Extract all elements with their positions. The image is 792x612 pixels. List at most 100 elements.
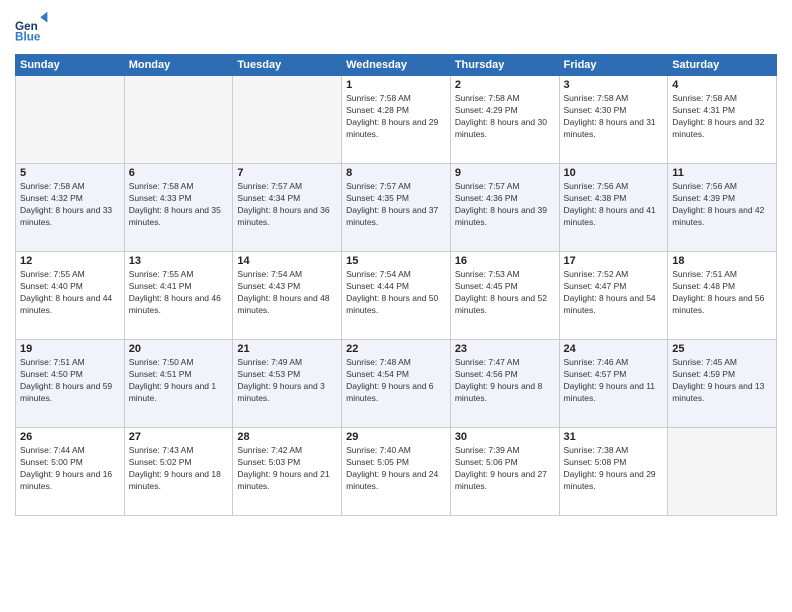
sunrise-text: Sunrise: 7:58 AM: [346, 93, 446, 105]
day-info: Sunrise: 7:57 AMSunset: 4:34 PMDaylight:…: [237, 181, 337, 229]
sunrise-text: Sunrise: 7:58 AM: [20, 181, 120, 193]
day-number: 13: [129, 255, 229, 267]
day-info: Sunrise: 7:55 AMSunset: 4:40 PMDaylight:…: [20, 269, 120, 317]
table-row: 17Sunrise: 7:52 AMSunset: 4:47 PMDayligh…: [559, 252, 668, 340]
day-info: Sunrise: 7:46 AMSunset: 4:57 PMDaylight:…: [564, 357, 664, 405]
day-number: 8: [346, 167, 446, 179]
sunset-text: Sunset: 4:48 PM: [672, 281, 772, 293]
day-info: Sunrise: 7:42 AMSunset: 5:03 PMDaylight:…: [237, 445, 337, 493]
day-info: Sunrise: 7:39 AMSunset: 5:06 PMDaylight:…: [455, 445, 555, 493]
col-monday: Monday: [124, 55, 233, 76]
table-row: 9Sunrise: 7:57 AMSunset: 4:36 PMDaylight…: [450, 164, 559, 252]
table-row: 7Sunrise: 7:57 AMSunset: 4:34 PMDaylight…: [233, 164, 342, 252]
day-number: 12: [20, 255, 120, 267]
sunrise-text: Sunrise: 7:57 AM: [237, 181, 337, 193]
sunset-text: Sunset: 4:34 PM: [237, 193, 337, 205]
day-info: Sunrise: 7:45 AMSunset: 4:59 PMDaylight:…: [672, 357, 772, 405]
table-row: 8Sunrise: 7:57 AMSunset: 4:35 PMDaylight…: [342, 164, 451, 252]
calendar-week-row: 19 Sunrise: 7:51 AMSunset: 4:50 PMDayligh…: [16, 340, 777, 428]
day-number: 30: [455, 431, 555, 443]
table-row: 31Sunrise: 7:38 AMSunset: 5:08 PMDayligh…: [559, 428, 668, 516]
sunrise-text: Sunrise: 7:50 AM: [129, 357, 229, 369]
calendar-week-row: 26Sunrise: 7:44 AMSunset: 5:00 PMDayligh…: [16, 428, 777, 516]
sunset-text: Sunset: 4:41 PM: [129, 281, 229, 293]
day-number: 22: [346, 343, 446, 355]
day-number: 15: [346, 255, 446, 267]
table-row: 25Sunrise: 7:45 AMSunset: 4:59 PMDayligh…: [668, 340, 777, 428]
table-row: 30 Sunrise: 7:39 AMSunset: 5:06 PMDayligh…: [450, 428, 559, 516]
sunset-text: Sunset: 4:30 PM: [564, 105, 664, 117]
table-row: 16Sunrise: 7:53 AMSunset: 4:45 PMDayligh…: [450, 252, 559, 340]
sunrise-text: Sunrise: 7:48 AM: [346, 357, 446, 369]
day-number: 28: [237, 431, 337, 443]
daylight-text: Daylight: 8 hours and 33 minutes.: [20, 205, 120, 229]
day-info: Sunrise: 7:50 AMSunset: 4:51 PMDaylight:…: [129, 357, 229, 405]
sunset-text: Sunset: 4:44 PM: [346, 281, 446, 293]
table-row: 11Sunrise: 7:56 AMSunset: 4:39 PMDayligh…: [668, 164, 777, 252]
daylight-text: Daylight: 9 hours and 29 minutes.: [564, 469, 664, 493]
day-info: Sunrise: 7:51 AMSunset: 4:50 PMDaylight:…: [20, 357, 120, 405]
sunrise-text: Sunrise: 7:58 AM: [455, 93, 555, 105]
sunset-text: Sunset: 4:54 PM: [346, 369, 446, 381]
day-number: 16: [455, 255, 555, 267]
table-row: 18 Sunrise: 7:51 AMSunset: 4:48 PMDayligh…: [668, 252, 777, 340]
table-row: [16, 76, 125, 164]
daylight-text: Daylight: 8 hours and 59 minutes.: [20, 381, 120, 405]
sunset-text: Sunset: 5:02 PM: [129, 457, 229, 469]
day-info: Sunrise: 7:51 AMSunset: 4:48 PMDaylight:…: [672, 269, 772, 317]
sunrise-text: Sunrise: 7:49 AM: [237, 357, 337, 369]
daylight-text: Daylight: 9 hours and 18 minutes.: [129, 469, 229, 493]
sunrise-text: Sunrise: 7:45 AM: [672, 357, 772, 369]
table-row: 21Sunrise: 7:49 AMSunset: 4:53 PMDayligh…: [233, 340, 342, 428]
sunrise-text: Sunrise: 7:58 AM: [129, 181, 229, 193]
day-info: Sunrise: 7:55 AMSunset: 4:41 PMDaylight:…: [129, 269, 229, 317]
col-thursday: Thursday: [450, 55, 559, 76]
sunrise-text: Sunrise: 7:58 AM: [672, 93, 772, 105]
day-number: 1: [346, 79, 446, 91]
sunrise-text: Sunrise: 7:56 AM: [672, 181, 772, 193]
table-row: 12 Sunrise: 7:55 AMSunset: 4:40 PMDayligh…: [16, 252, 125, 340]
sunset-text: Sunset: 4:29 PM: [455, 105, 555, 117]
daylight-text: Daylight: 8 hours and 37 minutes.: [346, 205, 446, 229]
sunset-text: Sunset: 4:43 PM: [237, 281, 337, 293]
day-number: 20: [129, 343, 229, 355]
day-info: Sunrise: 7:40 AMSunset: 5:05 PMDaylight:…: [346, 445, 446, 493]
table-row: 1 Sunrise: 7:58 AMSunset: 4:28 PMDaylight…: [342, 76, 451, 164]
daylight-text: Daylight: 8 hours and 52 minutes.: [455, 293, 555, 317]
day-info: Sunrise: 7:49 AMSunset: 4:53 PMDaylight:…: [237, 357, 337, 405]
sunrise-text: Sunrise: 7:53 AM: [455, 269, 555, 281]
sunset-text: Sunset: 4:40 PM: [20, 281, 120, 293]
col-saturday: Saturday: [668, 55, 777, 76]
col-friday: Friday: [559, 55, 668, 76]
table-row: 4Sunrise: 7:58 AMSunset: 4:31 PMDaylight…: [668, 76, 777, 164]
day-info: Sunrise: 7:56 AMSunset: 4:39 PMDaylight:…: [672, 181, 772, 229]
sunset-text: Sunset: 4:39 PM: [672, 193, 772, 205]
col-wednesday: Wednesday: [342, 55, 451, 76]
sunrise-text: Sunrise: 7:40 AM: [346, 445, 446, 457]
day-number: 19: [20, 343, 120, 355]
sunrise-text: Sunrise: 7:52 AM: [564, 269, 664, 281]
day-number: 18: [672, 255, 772, 267]
day-info: Sunrise: 7:58 AMSunset: 4:29 PMDaylight:…: [455, 93, 555, 141]
daylight-text: Daylight: 9 hours and 3 minutes.: [237, 381, 337, 405]
sunrise-text: Sunrise: 7:38 AM: [564, 445, 664, 457]
sunset-text: Sunset: 4:28 PM: [346, 105, 446, 117]
calendar-week-row: 12 Sunrise: 7:55 AMSunset: 4:40 PMDayligh…: [16, 252, 777, 340]
day-info: Sunrise: 7:56 AMSunset: 4:38 PMDaylight:…: [564, 181, 664, 229]
day-number: 3: [564, 79, 664, 91]
day-number: 14: [237, 255, 337, 267]
day-number: 17: [564, 255, 664, 267]
sunrise-text: Sunrise: 7:51 AM: [20, 357, 120, 369]
daylight-text: Daylight: 9 hours and 6 minutes.: [346, 381, 446, 405]
daylight-text: Daylight: 9 hours and 1 minute.: [129, 381, 229, 405]
day-info: Sunrise: 7:58 AMSunset: 4:28 PMDaylight:…: [346, 93, 446, 141]
daylight-text: Daylight: 8 hours and 35 minutes.: [129, 205, 229, 229]
sunset-text: Sunset: 4:56 PM: [455, 369, 555, 381]
table-row: 27Sunrise: 7:43 AMSunset: 5:02 PMDayligh…: [124, 428, 233, 516]
sunset-text: Sunset: 5:06 PM: [455, 457, 555, 469]
daylight-text: Daylight: 9 hours and 24 minutes.: [346, 469, 446, 493]
sunset-text: Sunset: 4:31 PM: [672, 105, 772, 117]
daylight-text: Daylight: 8 hours and 50 minutes.: [346, 293, 446, 317]
col-tuesday: Tuesday: [233, 55, 342, 76]
table-row: 15Sunrise: 7:54 AMSunset: 4:44 PMDayligh…: [342, 252, 451, 340]
